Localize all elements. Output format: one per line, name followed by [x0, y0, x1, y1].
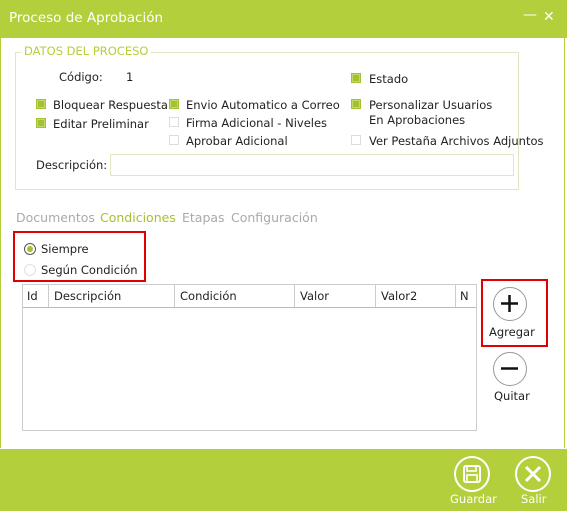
firma-adicional-checkbox[interactable] — [169, 117, 179, 127]
close-icon[interactable]: ✕ — [543, 9, 555, 25]
column-divider[interactable] — [174, 285, 175, 307]
column-header-id[interactable]: Id — [27, 289, 38, 303]
conditions-grid[interactable]: Id Descripción Condición Valor Valor2 N — [22, 284, 477, 431]
quitar-button[interactable] — [493, 352, 527, 386]
editar-preliminar-checkbox[interactable] — [36, 118, 46, 128]
grid-header: Id Descripción Condición Valor Valor2 N — [23, 285, 476, 308]
column-header-truncated[interactable]: N — [460, 289, 474, 303]
column-divider[interactable] — [48, 285, 49, 307]
tab-documentos[interactable]: Documentos — [16, 210, 95, 225]
column-header-condicion[interactable]: Condición — [180, 289, 237, 303]
envio-automatico-checkbox[interactable] — [169, 99, 179, 109]
codigo-label: Código: — [59, 70, 103, 84]
segun-condicion-radio[interactable] — [24, 264, 36, 276]
guardar-label: Guardar — [450, 492, 497, 506]
save-icon — [463, 465, 481, 483]
firma-adicional-label: Firma Adicional - Niveles — [186, 116, 328, 130]
minus-icon — [501, 367, 518, 370]
envio-automatico-label: Envio Automatico a Correo — [186, 98, 340, 112]
column-header-valor2[interactable]: Valor2 — [381, 289, 417, 303]
window-title: Proceso de Aprobación — [9, 10, 164, 26]
tab-etapas[interactable]: Etapas — [182, 210, 225, 225]
ver-pestana-label: Ver Pestaña Archivos Adjuntos — [369, 134, 544, 148]
tab-condiciones[interactable]: Condiciones — [100, 210, 176, 225]
column-header-descripcion[interactable]: Descripción — [54, 289, 121, 303]
personalizar-usuarios-checkbox[interactable] — [351, 99, 361, 109]
bloquear-respuesta-checkbox[interactable] — [36, 99, 46, 109]
column-divider[interactable] — [294, 285, 295, 307]
close-circle-icon — [524, 465, 542, 483]
salir-button[interactable] — [515, 456, 551, 492]
agregar-label: Agregar — [489, 325, 535, 339]
column-divider[interactable] — [375, 285, 376, 307]
codigo-value: 1 — [126, 70, 134, 84]
descripcion-label: Descripción: — [36, 158, 108, 172]
siempre-label: Siempre — [41, 242, 89, 256]
personalizar-usuarios-label-line2: En Aprobaciones — [369, 113, 466, 127]
quitar-label: Quitar — [494, 389, 530, 403]
segun-condicion-label: Según Condición — [41, 263, 138, 277]
bloquear-respuesta-label: Bloquear Respuesta — [53, 98, 168, 112]
personalizar-usuarios-label-line1: Personalizar Usuarios — [369, 98, 493, 112]
editar-preliminar-label: Editar Preliminar — [53, 117, 149, 131]
agregar-button[interactable] — [493, 287, 527, 321]
estado-label: Estado — [369, 72, 409, 86]
minimize-icon[interactable]: — — [523, 7, 537, 23]
tab-configuracion[interactable]: Configuración — [231, 210, 318, 225]
aprobar-adicional-label: Aprobar Adicional — [186, 134, 288, 148]
group-legend: DATOS DEL PROCESO — [21, 44, 152, 58]
column-divider[interactable] — [455, 285, 456, 307]
guardar-button[interactable] — [454, 456, 490, 492]
salir-label: Salir — [521, 492, 547, 506]
siempre-radio[interactable] — [24, 243, 36, 255]
estado-checkbox[interactable] — [351, 73, 361, 83]
plus-icon — [501, 295, 518, 312]
descripcion-input[interactable] — [110, 154, 514, 176]
column-header-valor[interactable]: Valor — [300, 289, 329, 303]
aprobar-adicional-checkbox[interactable] — [169, 135, 179, 145]
ver-pestana-checkbox[interactable] — [351, 135, 361, 145]
